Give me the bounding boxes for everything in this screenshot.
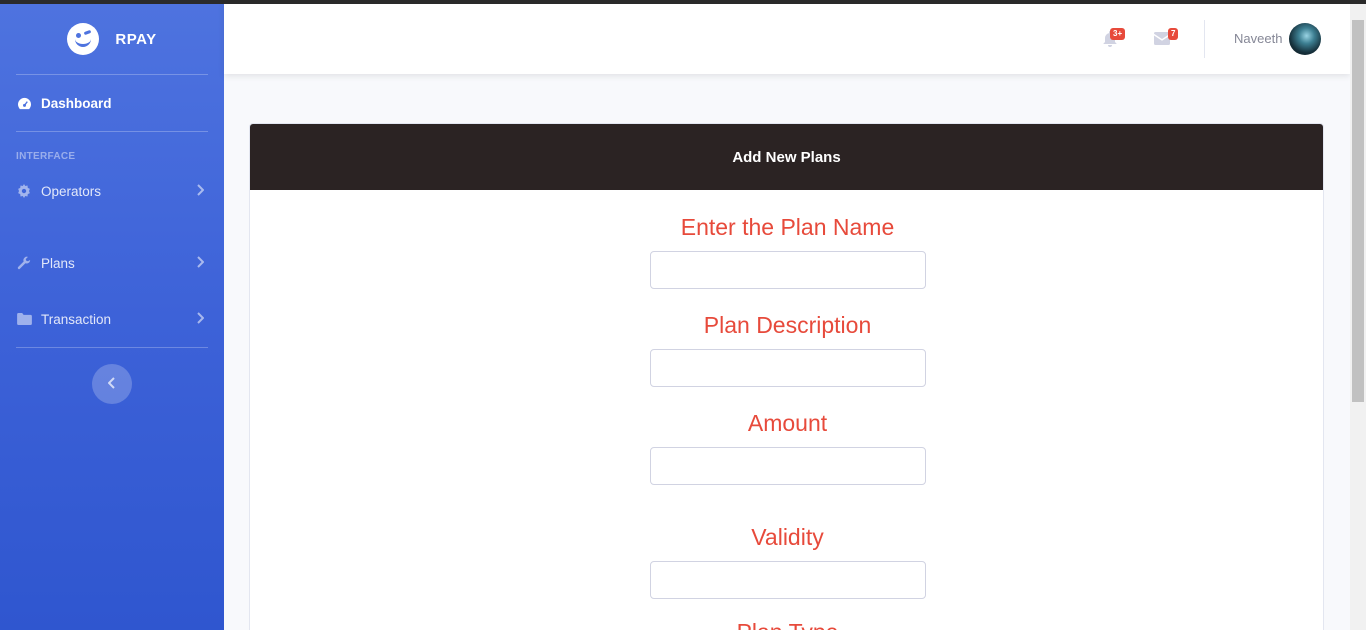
alerts-count-badge: 3+ — [1110, 28, 1126, 40]
card-header: Add New Plans — [250, 124, 1323, 190]
chevron-right-icon — [196, 255, 205, 271]
plan-name-input[interactable] — [650, 251, 926, 289]
card-title: Add New Plans — [732, 148, 841, 166]
avatar[interactable] — [1289, 23, 1321, 55]
user-name[interactable]: Naveeth — [1234, 31, 1282, 46]
plan-description-label: Plan Description — [703, 312, 872, 338]
sidebar-item-label: Dashboard — [41, 95, 112, 111]
page-scrollbar[interactable] — [1350, 4, 1366, 630]
plan-description-input[interactable] — [650, 349, 926, 387]
scrollbar-thumb[interactable] — [1352, 20, 1364, 402]
chevron-right-icon — [196, 183, 205, 199]
plan-name-label: Enter the Plan Name — [680, 214, 895, 240]
sidebar-item-label: Transaction — [41, 311, 112, 327]
chevron-left-icon — [107, 376, 116, 392]
add-plan-card: Add New Plans Enter the Plan Name Plan D… — [249, 123, 1324, 630]
sidebar-item-transaction[interactable]: Transaction — [16, 307, 208, 331]
sidebar-item-operators[interactable]: Operators — [16, 179, 208, 203]
sidebar-divider — [16, 347, 208, 348]
cog-icon — [16, 183, 32, 199]
sidebar-item-label: Operators — [41, 183, 102, 199]
chevron-right-icon — [196, 311, 205, 327]
messages-count-badge: 7 — [1168, 28, 1179, 40]
amount-label: Amount — [747, 410, 828, 436]
sidebar-item-plans[interactable]: Plans — [16, 251, 208, 275]
sidebar-heading: INTERFACE — [16, 151, 76, 162]
topbar-divider — [1204, 20, 1205, 58]
wrench-icon — [16, 255, 32, 271]
amount-input[interactable] — [650, 447, 926, 485]
validity-input[interactable] — [650, 561, 926, 599]
sidebar-toggle-button[interactable] — [92, 364, 132, 404]
validity-label: Validity — [751, 524, 824, 550]
sidebar-item-label: Plans — [41, 255, 75, 271]
tachometer-icon — [16, 95, 32, 111]
folder-icon — [16, 311, 32, 327]
sidebar: RPAY Dashboard INTERFACE Operators Plans… — [0, 4, 224, 630]
plan-type-label: Plan Type — [250, 619, 1323, 630]
brand-name: RPAY — [115, 30, 157, 48]
sidebar-divider — [16, 131, 208, 132]
sidebar-divider — [16, 74, 208, 75]
sidebar-item-dashboard[interactable]: Dashboard — [16, 91, 208, 115]
smiley-logo-icon — [67, 23, 100, 55]
brand[interactable]: RPAY — [0, 4, 224, 74]
topbar: 3+ 7 Naveeth — [224, 4, 1350, 74]
